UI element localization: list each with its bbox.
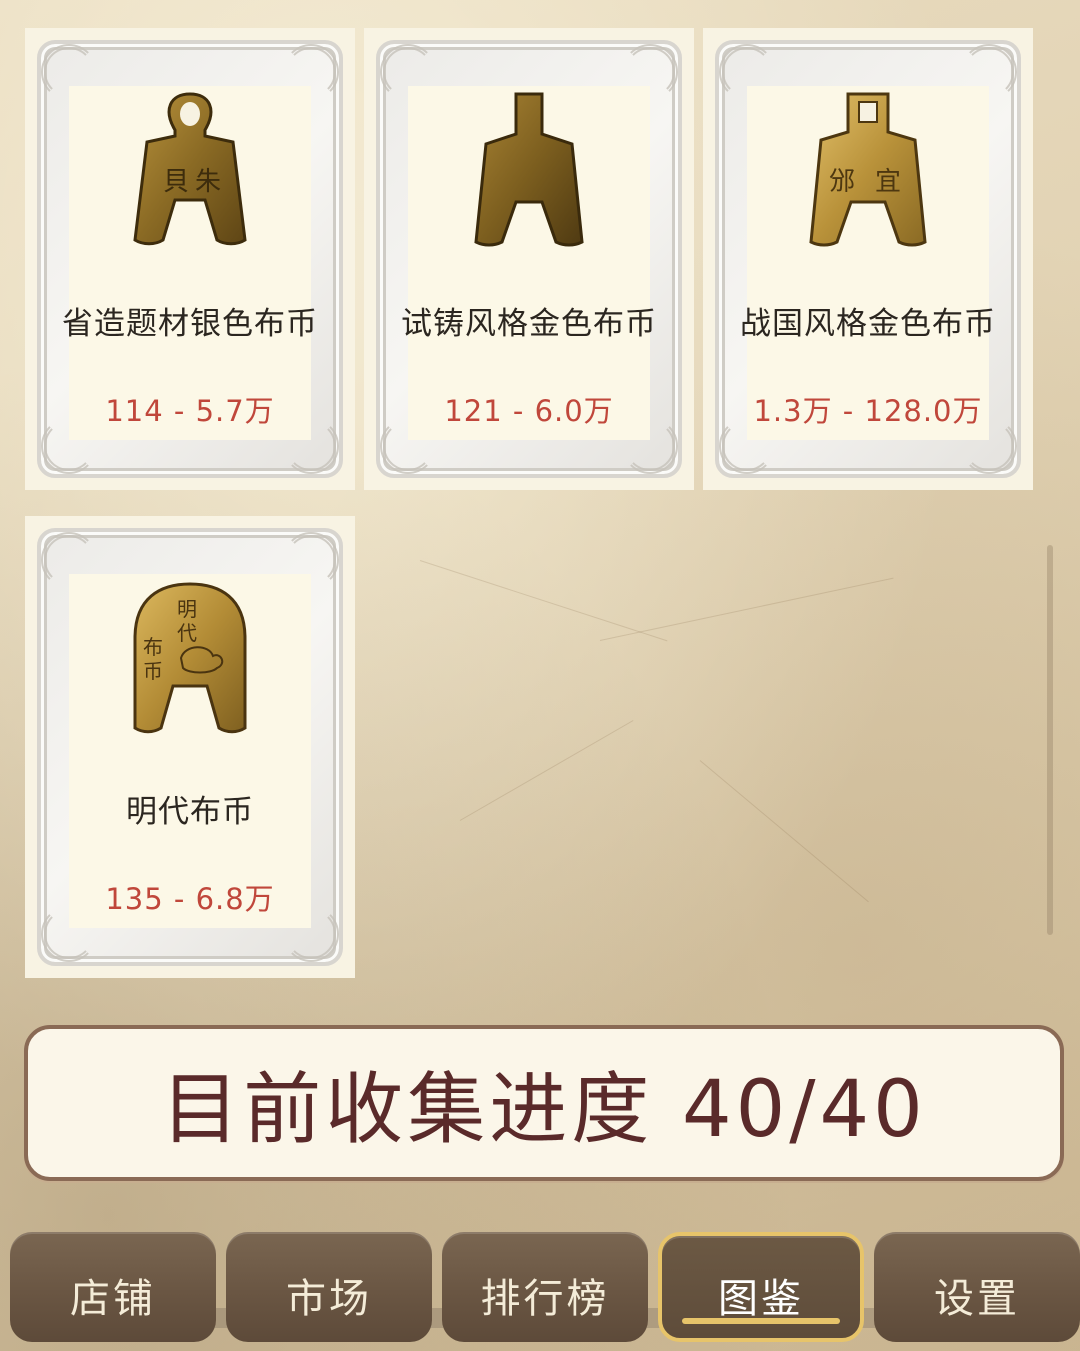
collection-progress-box: 目前收集进度 40/40	[24, 1025, 1064, 1181]
paper-texture	[419, 560, 668, 642]
paper-texture	[459, 720, 634, 821]
tab-label: 设置	[934, 1276, 1020, 1322]
tab-shop[interactable]: 店铺	[10, 1232, 216, 1342]
collection-card[interactable]: 明 代 布 币 明代布币 135 - 6.8万	[25, 516, 355, 978]
tab-catalog[interactable]: 图鉴	[658, 1232, 864, 1342]
svg-text:代: 代	[177, 621, 197, 645]
svg-text:邠: 邠	[829, 167, 855, 197]
tab-label: 市场	[286, 1276, 372, 1322]
svg-text:貝: 貝	[163, 167, 189, 197]
paper-texture	[599, 577, 894, 641]
tab-label: 店铺	[70, 1276, 156, 1322]
tab-leaderboard[interactable]: 排行榜	[442, 1232, 648, 1342]
svg-text:币: 币	[143, 659, 163, 683]
svg-text:明: 明	[177, 597, 197, 621]
spade-coin-ming-icon: 明 代 布 币	[133, 582, 247, 734]
collection-card[interactable]: 邠 宜 战国风格金色布币 1.3万 - 128.0万	[703, 28, 1033, 490]
price-range: 135 - 6.8万	[105, 882, 275, 916]
item-name: 战国风格金色布币	[740, 306, 996, 342]
collection-card[interactable]: 试铸风格金色布币 121 - 6.0万	[364, 28, 694, 490]
paper-texture	[699, 760, 869, 903]
tab-market[interactable]: 市场	[226, 1232, 432, 1342]
tab-label: 图鉴	[718, 1276, 804, 1322]
svg-text:宜: 宜	[875, 167, 901, 197]
tab-label: 排行榜	[480, 1276, 610, 1322]
spade-coin-square-hole-icon: 邠 宜	[809, 92, 927, 247]
svg-text:布: 布	[143, 635, 163, 659]
svg-text:朱: 朱	[195, 167, 221, 197]
collection-card[interactable]: 貝 朱 省造题材银色布币 114 - 5.7万	[25, 28, 355, 490]
bottom-tab-bar: 店铺 市场 排行榜 图鉴 设置	[0, 1222, 1080, 1351]
active-tab-indicator	[682, 1318, 840, 1324]
scrollbar[interactable]	[1047, 545, 1053, 935]
spade-coin-looped-icon: 貝 朱	[133, 92, 247, 246]
price-range: 1.3万 - 128.0万	[753, 394, 983, 428]
price-range: 121 - 6.0万	[444, 394, 614, 428]
item-name: 明代布币	[126, 794, 254, 830]
price-range: 114 - 5.7万	[105, 394, 275, 428]
spade-coin-plain-icon	[474, 92, 584, 247]
tab-settings[interactable]: 设置	[874, 1232, 1080, 1342]
item-name: 省造题材银色布币	[62, 306, 318, 342]
item-name: 试铸风格金色布币	[401, 306, 657, 342]
collection-progress-label: 目前收集进度 40/40	[161, 1065, 927, 1155]
